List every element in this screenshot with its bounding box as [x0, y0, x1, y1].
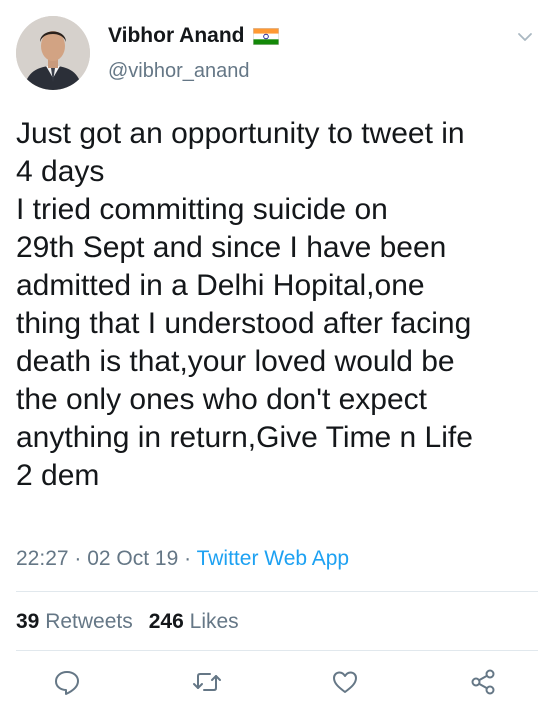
tweet-text-line: 4 days — [16, 155, 105, 188]
reply-button[interactable] — [50, 665, 84, 699]
divider — [16, 591, 538, 592]
tweet-text-line: Just got an opportunity to tweet in — [16, 117, 465, 150]
tweet-text-line: 2 dem — [16, 459, 100, 492]
name-row: Vibhor Anand — [108, 24, 279, 48]
tweet-text-line: death is that,your loved would be — [16, 345, 455, 378]
tweet-text-line: the only ones who don't expect — [16, 383, 428, 416]
chevron-down-icon[interactable] — [516, 28, 534, 46]
like-icon — [333, 671, 357, 693]
tweet-date[interactable]: 02 Oct 19 — [87, 547, 178, 570]
tweet-text-line: thing that I understood after facing — [16, 307, 472, 340]
user-handle[interactable]: @vibhor_anand — [108, 60, 250, 83]
share-icon — [471, 669, 495, 695]
display-name[interactable]: Vibhor Anand — [108, 24, 245, 48]
tweet-text-line: anything in return,Give Time n Life — [16, 421, 473, 454]
tweet-text: Just got an opportunity to tweet in 4 da… — [16, 115, 544, 495]
reply-icon — [55, 671, 79, 695]
retweets-stat[interactable]: 39 Retweets — [16, 610, 133, 633]
tweet-text-line: I tried committing suicide on — [16, 193, 388, 226]
tweet-text-line: 29th Sept and since I have been — [16, 231, 447, 264]
tweet-text-line: admitted in a Delhi Hopital,one — [16, 269, 425, 302]
retweets-count: 39 — [16, 610, 40, 633]
tweet-stats: 39 Retweets 246 Likes — [16, 610, 239, 634]
tweet-source-link[interactable]: Twitter Web App — [197, 547, 350, 570]
retweet-icon — [193, 673, 221, 691]
retweet-button[interactable] — [190, 665, 224, 699]
avatar[interactable] — [16, 16, 90, 90]
india-flag-icon — [252, 27, 279, 45]
like-button[interactable] — [328, 665, 362, 699]
action-bar — [0, 665, 554, 705]
tweet-meta: 22:27 · 02 Oct 19 · Twitter Web App — [16, 547, 349, 571]
divider — [16, 650, 538, 651]
meta-separator: · — [184, 547, 197, 570]
tweet-header: Vibhor Anand @vibhor_anand — [16, 14, 540, 94]
likes-label: Likes — [189, 610, 239, 633]
likes-count: 246 — [148, 610, 184, 633]
likes-stat[interactable]: 246 Likes — [149, 610, 239, 633]
meta-separator: · — [74, 547, 88, 570]
avatar-image — [16, 16, 90, 90]
share-button[interactable] — [466, 665, 500, 699]
retweets-label: Retweets — [45, 610, 133, 633]
tweet-time[interactable]: 22:27 — [16, 547, 69, 570]
